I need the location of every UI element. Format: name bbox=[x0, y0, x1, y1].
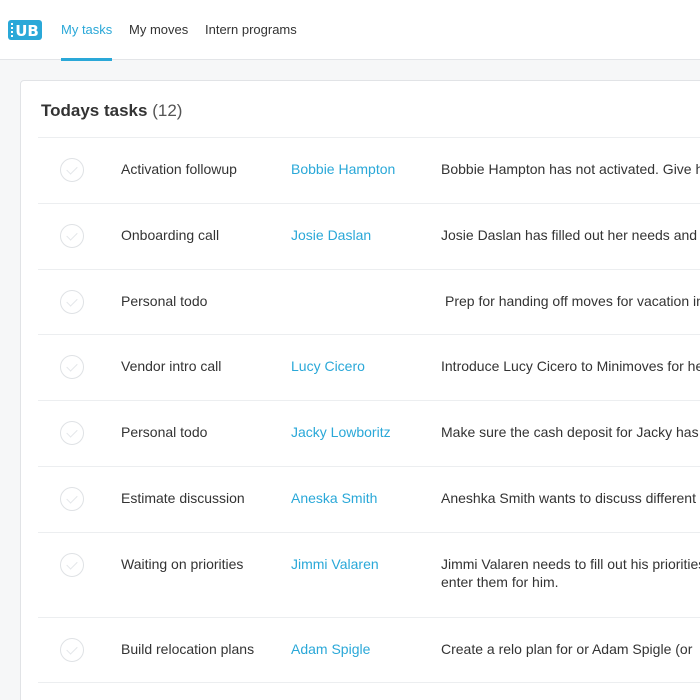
tab-my-tasks[interactable]: My tasks bbox=[61, 0, 113, 61]
task-person-link[interactable]: Bobbie Hampton bbox=[291, 161, 395, 177]
task-row[interactable]: Onboarding call Josie Daslan Josie Dasla… bbox=[38, 203, 700, 269]
task-description: Aneshka Smith wants to discuss different… bbox=[441, 490, 696, 506]
task-row[interactable]: Personal todo Jacky Lowboritz Make sure … bbox=[38, 400, 700, 466]
complete-checkbox[interactable] bbox=[60, 421, 84, 445]
task-type: Personal todo bbox=[121, 293, 208, 309]
task-row[interactable] bbox=[38, 682, 700, 700]
card-title-text: Todays tasks bbox=[41, 101, 148, 120]
task-description: Create a relo plan for or Adam Spigle (o… bbox=[441, 641, 693, 657]
complete-checkbox[interactable] bbox=[60, 224, 84, 248]
top-navigation-bar: UB My tasks My moves Intern programs bbox=[0, 0, 700, 61]
complete-checkbox[interactable] bbox=[60, 553, 84, 577]
task-person-link[interactable]: Jacky Lowboritz bbox=[291, 424, 391, 440]
task-person-link[interactable]: Aneska Smith bbox=[291, 490, 377, 506]
complete-checkbox[interactable] bbox=[60, 290, 84, 314]
task-row[interactable]: Estimate discussion Aneska Smith Aneshka… bbox=[38, 466, 700, 532]
tasks-card: Todays tasks (12) Activation followup Bo… bbox=[20, 80, 700, 700]
task-description: Jimmi Valaren needs to fill out his prio… bbox=[441, 556, 700, 590]
tab-intern-programs[interactable]: Intern programs bbox=[205, 0, 297, 60]
complete-checkbox[interactable] bbox=[60, 638, 84, 662]
logo-text: UB bbox=[15, 22, 39, 40]
task-person-link[interactable]: Adam Spigle bbox=[291, 641, 370, 657]
task-type: Build relocation plans bbox=[121, 641, 255, 657]
task-row[interactable]: Waiting on priorities Jimmi Valaren Jimm… bbox=[38, 532, 700, 617]
task-type: Vendor intro call bbox=[121, 358, 222, 374]
task-person-link[interactable]: Lucy Cicero bbox=[291, 358, 365, 374]
task-description: Prep for handing off moves for vacation … bbox=[445, 293, 700, 309]
tab-my-moves[interactable]: My moves bbox=[129, 0, 188, 60]
task-description: Introduce Lucy Cicero to Minimoves for h… bbox=[441, 358, 700, 374]
task-count: (12) bbox=[152, 101, 183, 120]
task-description: Make sure the cash deposit for Jacky has… bbox=[441, 424, 700, 440]
complete-checkbox[interactable] bbox=[60, 355, 84, 379]
task-description: Bobbie Hampton has not activated. Give h… bbox=[441, 161, 700, 177]
task-description: Josie Daslan has filled out her needs an… bbox=[441, 227, 698, 243]
task-row[interactable]: Build relocation plans Adam Spigle Creat… bbox=[38, 617, 700, 682]
task-row[interactable]: Vendor intro call Lucy Cicero Introduce … bbox=[38, 334, 700, 400]
task-type: Onboarding call bbox=[121, 227, 220, 243]
task-type: Personal todo bbox=[121, 424, 208, 440]
task-row[interactable]: Activation followup Bobbie Hampton Bobbi… bbox=[38, 137, 700, 203]
card-title: Todays tasks (12) bbox=[41, 101, 182, 121]
task-type: Waiting on priorities bbox=[121, 556, 244, 572]
task-row[interactable]: Personal todo Prep for handing off moves… bbox=[38, 269, 700, 334]
task-person-link[interactable]: Josie Daslan bbox=[291, 227, 371, 243]
task-person-link[interactable]: Jimmi Valaren bbox=[291, 556, 379, 572]
task-type: Activation followup bbox=[121, 161, 237, 177]
task-type: Estimate discussion bbox=[121, 490, 245, 506]
complete-checkbox[interactable] bbox=[60, 158, 84, 182]
complete-checkbox[interactable] bbox=[60, 487, 84, 511]
ub-logo-icon[interactable]: UB bbox=[8, 18, 42, 42]
